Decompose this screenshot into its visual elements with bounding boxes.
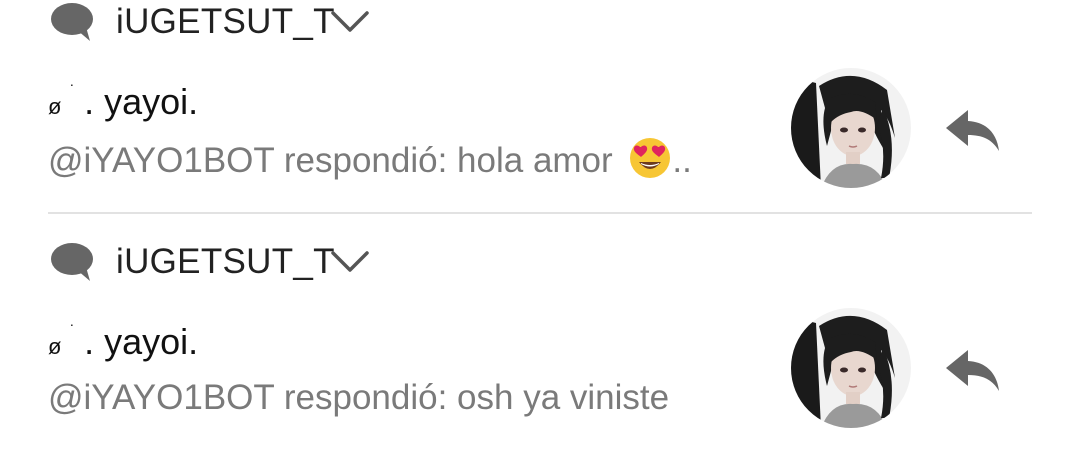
notification-card[interactable]: iUGETSUT_T ø · . yayoi. @iYAYO1BOT respo… <box>0 0 1080 214</box>
chat-bubble-icon <box>50 242 96 282</box>
sender-name: . yayoi. <box>84 321 199 362</box>
sender-row: ø · . yayoi. <box>48 76 198 126</box>
avatar <box>791 68 911 188</box>
message-text: @iYAYO1BOT respondió: osh ya viniste <box>48 376 669 420</box>
app-name: iUGETSUT_T <box>116 242 335 281</box>
heart-eyes-emoji-icon <box>628 136 672 180</box>
message-body: @iYAYO1BOT respondió: osh ya viniste <box>48 378 670 417</box>
reply-icon[interactable] <box>944 106 1002 154</box>
divider <box>48 212 1032 214</box>
app-name: iUGETSUT_T <box>116 2 335 41</box>
sender-prefix: ø <box>48 334 62 359</box>
sender-name: . yayoi. <box>84 81 199 122</box>
sender-dot: · <box>69 316 75 332</box>
message-body: @iYAYO1BOT respondió: hola amor <box>48 141 613 180</box>
reply-icon[interactable] <box>944 346 1002 394</box>
expand-chevron-icon[interactable] <box>330 8 370 34</box>
avatar <box>791 308 911 428</box>
message-text: @iYAYO1BOT respondió: hola amor .. <box>48 136 692 183</box>
sender-row: ø · . yayoi. <box>48 316 198 366</box>
sender-dot: · <box>69 76 75 92</box>
sender-prefix: ø <box>48 94 62 119</box>
notification-card[interactable]: iUGETSUT_T ø · . yayoi. @iYAYO1BOT respo… <box>0 240 1080 450</box>
expand-chevron-icon[interactable] <box>330 248 370 274</box>
message-suffix: .. <box>672 141 692 180</box>
chat-bubble-icon <box>50 2 96 42</box>
